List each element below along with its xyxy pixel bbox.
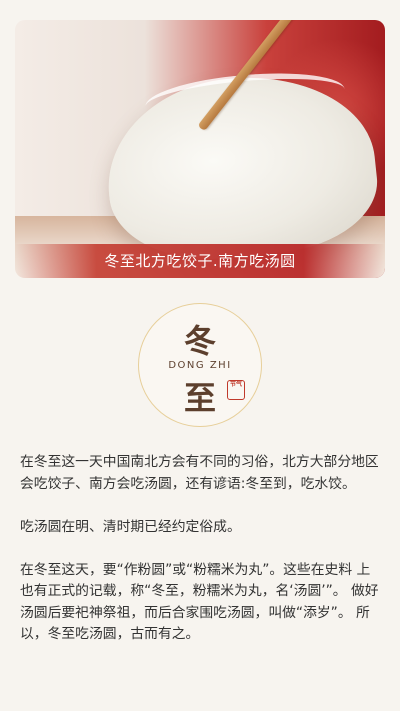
seal-stamp-icon: 节气: [227, 380, 245, 400]
hero-image: 冬至北方吃饺子.南方吃汤圆: [15, 20, 385, 278]
article-body: 在冬至这一天中国南北方会有不同的习俗，北方大部分地区 会吃饺子、南方会吃汤圆，还…: [20, 452, 382, 667]
article-paragraph: 在冬至这天，要“作粉圆”或“粉糯米为丸”。这些在史料 上也有正式的记载，称“冬至…: [20, 561, 379, 643]
hero-caption: 冬至北方吃饺子.南方吃汤圆: [104, 252, 296, 270]
emblem-pinyin: DONG ZHI: [168, 360, 232, 371]
article-paragraph: 在冬至这一天中国南北方会有不同的习俗，北方大部分地区 会吃饺子、南方会吃汤圆，还…: [20, 454, 379, 492]
emblem-char-dong: 冬: [183, 322, 216, 360]
article-paragraph: 吃汤圆在明、清时期已经约定俗成。: [20, 518, 241, 535]
dongzhi-emblem: 冬 DONG ZHI 至 节气: [138, 303, 262, 427]
